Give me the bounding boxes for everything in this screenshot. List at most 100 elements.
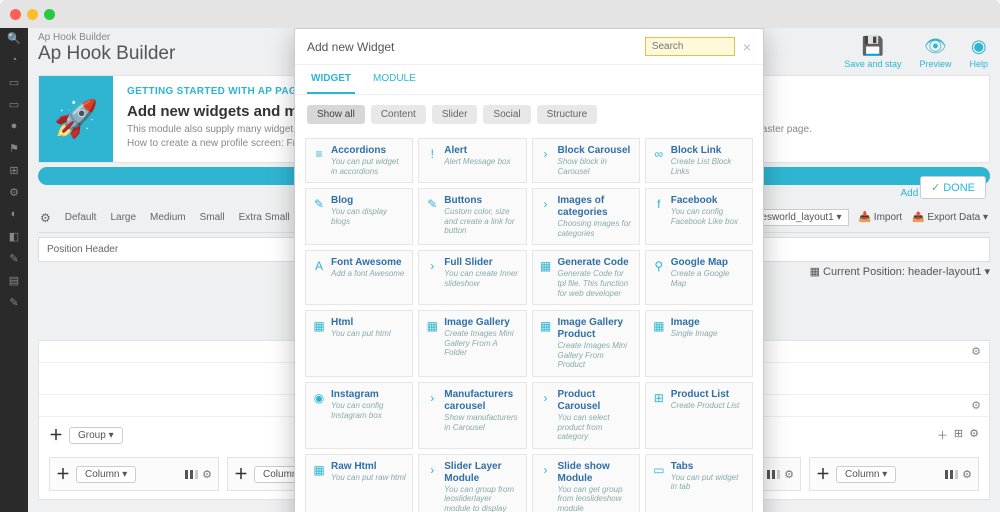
widget-title: Slider Layer Module	[444, 461, 519, 485]
widget-title: Image	[671, 317, 718, 329]
tab-medium[interactable]: Medium	[150, 212, 186, 223]
column-settings-icon[interactable]: ⚙	[202, 468, 212, 481]
column-1: ＋ Column ▾ ⚙	[49, 457, 219, 491]
widget-card-image-gallery-product[interactable]: ▦Image Gallery ProductCreate Images Mini…	[532, 310, 640, 377]
widget-card-alert[interactable]: !AlertAlert Message box	[418, 138, 526, 183]
tab-small[interactable]: Small	[200, 212, 225, 223]
filter-show-all[interactable]: Show all	[307, 105, 365, 124]
sidebar-shipping-icon[interactable]: ⚙	[7, 186, 21, 200]
widget-card-images-of-categories[interactable]: ›Images of categoriesChoosing images for…	[532, 188, 640, 245]
widget-title: Image Gallery Product	[558, 317, 633, 341]
save-and-stay-button[interactable]: 💾 Save and stay	[844, 36, 901, 69]
widget-card-slide-show-module[interactable]: ›Slide show ModuleYou can get group from…	[532, 454, 640, 512]
sidebar-orders-icon[interactable]: ▭	[7, 76, 21, 90]
widget-desc: Single Image	[671, 329, 718, 339]
tab-extra-small[interactable]: Extra Small	[239, 212, 290, 223]
filter-structure[interactable]: Structure	[537, 105, 598, 124]
widget-card-full-slider[interactable]: ›Full SliderYou can create Inner slidesh…	[418, 250, 526, 305]
widget-card-facebook[interactable]: fFacebookYou can config Facebook Like bo…	[645, 188, 753, 245]
widget-card-manufacturers-carousel[interactable]: ›Manufacturers carouselShow manufacturer…	[418, 382, 526, 449]
sidebar-modules-icon[interactable]: ⊞	[7, 164, 21, 178]
column-dropdown[interactable]: Column ▾	[836, 466, 896, 483]
widget-icon: ⚲	[652, 257, 666, 298]
group-dropdown[interactable]: Group ▾	[69, 427, 123, 444]
export-button[interactable]: 📤 Export Data ▾	[912, 212, 988, 223]
widget-card-product-carousel[interactable]: ›Product CarouselYou can select product …	[532, 382, 640, 449]
column-width-gauge[interactable]	[185, 468, 198, 481]
close-icon[interactable]: ×	[743, 39, 751, 55]
add-column-icon[interactable]: ＋	[816, 464, 830, 484]
widget-title: Font Awesome	[331, 257, 404, 269]
widget-card-blog[interactable]: ✎BlogYou can display blogs	[305, 188, 413, 245]
add-column-icon[interactable]: ＋	[56, 464, 70, 484]
column-width-gauge[interactable]	[767, 468, 780, 481]
widget-icon: ▦	[539, 257, 553, 298]
grid-view-icon[interactable]: ⊞	[954, 427, 963, 443]
close-window-icon[interactable]	[10, 9, 21, 20]
panel-settings-icon-2[interactable]: ⚙	[971, 399, 981, 412]
sidebar-search-icon[interactable]: 🔍	[7, 32, 21, 46]
maximize-window-icon[interactable]	[44, 9, 55, 20]
help-label: Help	[969, 59, 988, 69]
widget-card-block-carousel[interactable]: ›Block CarouselShow block in Carousel	[532, 138, 640, 183]
filter-content[interactable]: Content	[371, 105, 426, 124]
filter-social[interactable]: Social	[483, 105, 530, 124]
widget-icon: ›	[539, 389, 553, 442]
widget-card-slider-layer-module[interactable]: ›Slider Layer ModuleYou can group from l…	[418, 454, 526, 512]
column-settings-icon[interactable]: ⚙	[784, 468, 794, 481]
column-dropdown[interactable]: Column ▾	[76, 466, 136, 483]
widget-card-html[interactable]: ▦HtmlYou can put html	[305, 310, 413, 377]
widget-card-buttons[interactable]: ✎ButtonsCustom color, size and create a …	[418, 188, 526, 245]
sidebar-admin-icon[interactable]: ▤	[7, 274, 21, 288]
sidebar-customers-icon[interactable]: ●	[7, 120, 21, 134]
grid-settings-icon[interactable]: ⚙	[969, 427, 979, 443]
import-button[interactable]: 📥 Import	[859, 212, 903, 223]
tab-module[interactable]: MODULE	[369, 65, 420, 94]
widget-desc: You can put html	[331, 329, 391, 339]
sidebar-stats-icon[interactable]: ✎	[7, 296, 21, 310]
browser-titlebar	[0, 0, 1000, 28]
widget-card-font-awesome[interactable]: AFont AwesomeAdd a font Awesome	[305, 250, 413, 305]
widget-icon: ›	[539, 461, 553, 512]
widget-card-image-gallery[interactable]: ▦Image GalleryCreate Images Mini Gallery…	[418, 310, 526, 377]
widget-card-google-map[interactable]: ⚲Google MapCreate a Google Map	[645, 250, 753, 305]
tab-large[interactable]: Large	[110, 212, 136, 223]
widget-card-generate-code[interactable]: ▦Generate CodeGenerate Code for tpl file…	[532, 250, 640, 305]
preview-button[interactable]: 👁 Preview	[919, 36, 951, 69]
sidebar-pricing-icon[interactable]: ⚑	[7, 142, 21, 156]
widget-card-raw-html[interactable]: ▦Raw HtmlYou can put raw html	[305, 454, 413, 512]
position-header-label: Position Header	[47, 244, 118, 255]
done-button[interactable]: DONE	[920, 176, 986, 199]
widget-card-instagram[interactable]: ◉InstagramYou can config Instagram box	[305, 382, 413, 449]
widget-card-block-link[interactable]: ∞Block LinkCreate List Block Links	[645, 138, 753, 183]
widget-desc: You can config Instagram box	[331, 401, 406, 420]
current-position-dropdown[interactable]: ▦ Current Position: header-layout1 ▾	[810, 265, 990, 278]
tab-default[interactable]: Default	[65, 212, 97, 223]
panel-settings-icon[interactable]: ⚙	[971, 345, 981, 358]
widget-icon: f	[652, 195, 666, 238]
grid-plus-icon[interactable]: ＋	[937, 427, 948, 443]
add-group-icon[interactable]: ＋	[49, 425, 63, 445]
filter-slider[interactable]: Slider	[432, 105, 478, 124]
sidebar-advanced-icon[interactable]: ✎	[7, 252, 21, 266]
admin-sidebar: 🔍 ◔ ▭ ▭ ● ⚑ ⊞ ⚙ ◐ ◧ ✎ ▤ ✎	[0, 28, 28, 512]
widget-card-tabs[interactable]: ▭TabsYou can put widget in tab	[645, 454, 753, 512]
tab-widget[interactable]: WIDGET	[307, 65, 355, 94]
sidebar-dashboard-icon[interactable]: ◔	[7, 54, 21, 68]
help-button[interactable]: ◉ Help	[969, 36, 988, 69]
eye-icon: 👁	[924, 36, 947, 57]
widget-card-accordions[interactable]: ≡AccordionsYou can put widget in accordi…	[305, 138, 413, 183]
settings-icon[interactable]: ⚙	[40, 211, 51, 225]
widget-card-product-list[interactable]: ⊞Product ListCreate Product List	[645, 382, 753, 449]
add-column-icon[interactable]: ＋	[234, 464, 248, 484]
widget-title: Full Slider	[444, 257, 519, 269]
widget-card-image[interactable]: ▦ImageSingle Image	[645, 310, 753, 377]
column-settings-icon[interactable]: ⚙	[962, 468, 972, 481]
sidebar-preferences-icon[interactable]: ◧	[7, 230, 21, 244]
sidebar-catalog-icon[interactable]: ▭	[7, 98, 21, 112]
widget-title: Product List	[671, 389, 739, 401]
column-width-gauge[interactable]	[945, 468, 958, 481]
widget-search-input[interactable]	[645, 37, 735, 56]
minimize-window-icon[interactable]	[27, 9, 38, 20]
sidebar-localization-icon[interactable]: ◐	[7, 208, 21, 222]
